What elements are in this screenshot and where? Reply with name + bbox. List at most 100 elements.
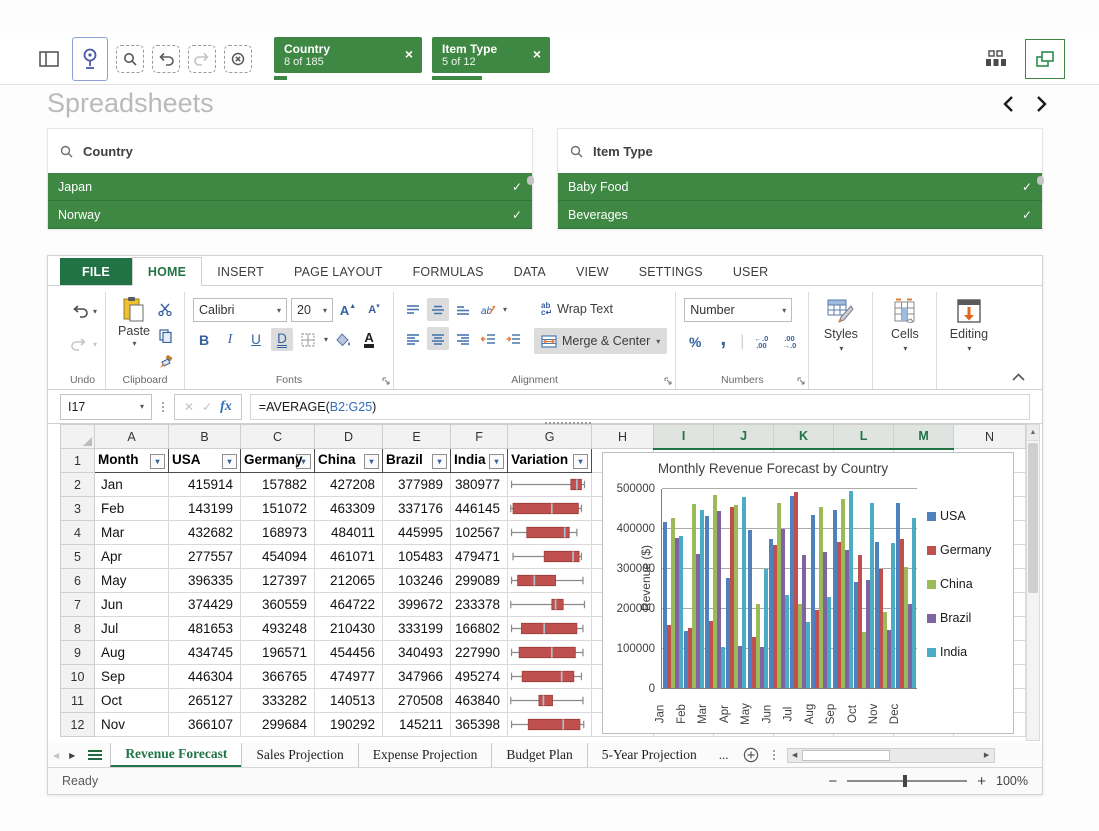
cell[interactable]: 427208 xyxy=(315,473,383,497)
cell[interactable]: 463309 xyxy=(315,497,383,521)
redo-dropdown-icon[interactable]: ▾ xyxy=(93,340,97,349)
cell[interactable]: 366765 xyxy=(241,665,315,689)
cell[interactable]: 265127 xyxy=(169,689,241,713)
tab-formulas[interactable]: FORMULAS xyxy=(398,258,499,285)
smart-search-button[interactable] xyxy=(116,45,144,73)
cell[interactable]: Feb xyxy=(95,497,169,521)
cell[interactable]: 454094 xyxy=(241,545,315,569)
cell[interactable]: 432682 xyxy=(169,521,241,545)
increase-indent-button[interactable] xyxy=(502,327,524,350)
header-cell[interactable]: ▾China xyxy=(315,449,383,473)
filter-dropdown-icon[interactable]: ▾ xyxy=(222,454,237,469)
cell[interactable]: 190292 xyxy=(315,713,383,737)
cell[interactable]: 145211 xyxy=(383,713,451,737)
cell[interactable]: 464722 xyxy=(315,593,383,617)
align-right-button[interactable] xyxy=(452,327,474,350)
tab-user[interactable]: USER xyxy=(718,258,784,285)
filter-dropdown-icon[interactable]: ▾ xyxy=(489,454,504,469)
cell[interactable] xyxy=(508,569,592,593)
styles-dropdown-icon[interactable]: ▾ xyxy=(839,344,843,353)
cell[interactable]: 227990 xyxy=(451,641,508,665)
cell[interactable]: 333199 xyxy=(383,617,451,641)
remove-selection-icon[interactable]: × xyxy=(533,46,541,62)
tab-insert[interactable]: INSERT xyxy=(202,258,279,285)
cell[interactable]: 270508 xyxy=(383,689,451,713)
row-header[interactable]: 8 xyxy=(61,617,95,641)
cell[interactable]: Oct xyxy=(95,689,169,713)
cell[interactable]: 434745 xyxy=(169,641,241,665)
column-header-L[interactable]: L xyxy=(834,425,894,449)
prev-sheet-icon[interactable] xyxy=(1003,95,1014,113)
cell[interactable]: Aug xyxy=(95,641,169,665)
step-forward-button[interactable] xyxy=(188,45,216,73)
cell[interactable]: 277557 xyxy=(169,545,241,569)
cell[interactable] xyxy=(508,521,592,545)
cell[interactable]: Nov xyxy=(95,713,169,737)
cell[interactable]: 102567 xyxy=(451,521,508,545)
font-size-select[interactable]: 20▾ xyxy=(291,298,333,322)
cell[interactable] xyxy=(508,689,592,713)
undo-dropdown-icon[interactable]: ▾ xyxy=(93,307,97,316)
cell[interactable]: 463840 xyxy=(451,689,508,713)
filter-search[interactable]: Country xyxy=(48,129,532,173)
merge-center-button[interactable]: Merge & Center ▾ xyxy=(534,328,667,354)
cell[interactable]: 445995 xyxy=(383,521,451,545)
row-header[interactable]: 7 xyxy=(61,593,95,617)
row-header[interactable]: 9 xyxy=(61,641,95,665)
duplicate-view-button[interactable] xyxy=(1025,39,1065,79)
cell[interactable]: 396335 xyxy=(169,569,241,593)
list-scroll-indicator[interactable] xyxy=(1037,176,1044,185)
row-header[interactable]: 3 xyxy=(61,497,95,521)
cell[interactable]: 347966 xyxy=(383,665,451,689)
tab-file[interactable]: FILE xyxy=(60,258,132,285)
sheet-menu-icon[interactable] xyxy=(80,743,110,767)
paste-dropdown-icon[interactable]: ▾ xyxy=(133,339,137,348)
cell[interactable] xyxy=(508,545,592,569)
borders-button[interactable] xyxy=(297,328,319,351)
column-header-F[interactable]: F xyxy=(451,425,508,449)
cell[interactable]: 446304 xyxy=(169,665,241,689)
cut-button[interactable] xyxy=(154,298,176,321)
filter-dropdown-icon[interactable]: ▾ xyxy=(573,454,588,469)
cell[interactable]: 415914 xyxy=(169,473,241,497)
header-cell[interactable]: ▾Brazil xyxy=(383,449,451,473)
cell[interactable]: Jan xyxy=(95,473,169,497)
cell[interactable]: 168973 xyxy=(241,521,315,545)
horizontal-scroll-thumb[interactable] xyxy=(802,750,890,761)
cell[interactable]: 479471 xyxy=(451,545,508,569)
cell[interactable]: 212065 xyxy=(315,569,383,593)
cancel-entry-icon[interactable]: ✕ xyxy=(184,400,194,414)
decrease-decimal-button[interactable]: .00→.0 xyxy=(778,330,800,353)
cell[interactable]: 493248 xyxy=(241,617,315,641)
next-sheet-icon[interactable] xyxy=(1036,95,1047,113)
orientation-dropdown-icon[interactable]: ▾ xyxy=(503,305,507,314)
cell[interactable] xyxy=(508,713,592,737)
select-all-corner[interactable] xyxy=(61,425,95,449)
align-middle-button[interactable] xyxy=(427,298,449,321)
clear-selections-button[interactable] xyxy=(224,45,252,73)
align-top-button[interactable] xyxy=(402,298,424,321)
row-header[interactable]: 1 xyxy=(61,449,95,473)
selection-chip[interactable]: Country8 of 185× xyxy=(274,37,422,73)
fill-color-button[interactable] xyxy=(332,328,354,351)
number-format-select[interactable]: Number▾ xyxy=(684,298,792,322)
comma-button[interactable]: , xyxy=(712,330,734,353)
insert-function-button[interactable]: fx xyxy=(220,399,232,415)
header-cell[interactable]: ▾India xyxy=(451,449,508,473)
remove-selection-icon[interactable]: × xyxy=(405,46,413,62)
vertical-scrollbar[interactable]: ▲ xyxy=(1026,424,1040,741)
align-left-button[interactable] xyxy=(402,327,424,350)
zoom-slider-thumb[interactable] xyxy=(903,775,907,787)
cell[interactable]: 484011 xyxy=(315,521,383,545)
increase-decimal-button[interactable]: ←.0.00 xyxy=(750,330,772,353)
increase-font-button[interactable]: A▲ xyxy=(337,299,359,322)
cell[interactable]: 140513 xyxy=(315,689,383,713)
horizontal-scrollbar[interactable]: ◀ ▶ xyxy=(787,748,995,763)
cell[interactable]: 446145 xyxy=(451,497,508,521)
redo-button[interactable] xyxy=(68,333,90,356)
column-header-H[interactable]: H xyxy=(592,425,654,449)
filter-value[interactable]: Baby Food✓ xyxy=(558,173,1042,201)
selections-tool-button[interactable] xyxy=(72,37,108,81)
cells-button[interactable]: Cells ▾ xyxy=(881,294,928,353)
row-header[interactable]: 4 xyxy=(61,521,95,545)
